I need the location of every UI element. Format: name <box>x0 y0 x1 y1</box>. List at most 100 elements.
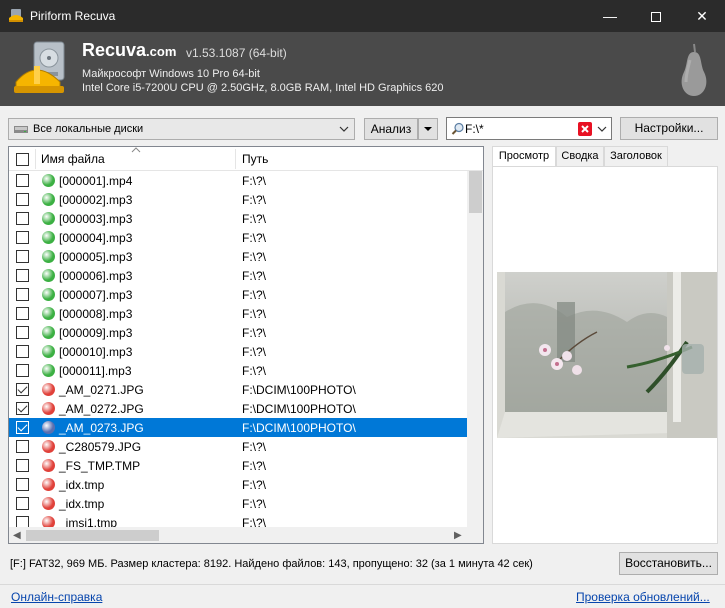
recover-button[interactable]: Восстановить... <box>619 552 718 575</box>
recovery-state-icon <box>42 402 55 415</box>
check-updates-link[interactable]: Проверка обновлений... <box>576 590 710 604</box>
row-checkbox[interactable] <box>16 174 29 187</box>
recovery-state-icon <box>42 421 55 434</box>
row-checkbox[interactable] <box>16 440 29 453</box>
table-row[interactable]: _AM_0271.JPG F:\DCIM\100PHOTO\ <box>9 380 467 399</box>
table-row[interactable]: [000008].mp3 F:\?\ <box>9 304 467 323</box>
row-checkbox[interactable] <box>16 478 29 491</box>
tab-preview[interactable]: Просмотр <box>492 146 556 167</box>
row-checkbox[interactable] <box>16 421 29 434</box>
row-checkbox[interactable] <box>16 212 29 225</box>
recovery-state-icon <box>42 269 55 282</box>
clear-filter-icon[interactable] <box>577 121 593 137</box>
table-row[interactable]: [000001].mp4 F:\?\ <box>9 171 467 190</box>
chevron-down-icon[interactable] <box>596 122 608 136</box>
table-row[interactable]: [000003].mp3 F:\?\ <box>9 209 467 228</box>
row-path: F:\?\ <box>242 250 267 264</box>
row-path: F:\?\ <box>242 307 267 321</box>
brand-suffix: .com <box>146 44 177 59</box>
drive-select[interactable]: Все локальные диски <box>8 118 355 140</box>
recuva-app-icon <box>9 9 23 22</box>
table-row[interactable]: _C280579.JPG F:\?\ <box>9 437 467 456</box>
row-path: F:\?\ <box>242 440 267 454</box>
window-title: Piriform Recuva <box>30 9 116 23</box>
table-row[interactable]: [000005].mp3 F:\?\ <box>9 247 467 266</box>
search-icon <box>451 122 464 135</box>
hardware-info: Intel Core i5-7200U CPU @ 2.50GHz, 8.0GB… <box>82 82 444 94</box>
maximize-icon <box>651 12 661 23</box>
row-checkbox[interactable] <box>16 364 29 377</box>
recovery-state-icon <box>42 440 55 453</box>
scroll-left-icon[interactable]: ◀ <box>13 530 21 541</box>
recovery-state-icon <box>42 459 55 472</box>
row-checkbox[interactable] <box>16 497 29 510</box>
row-filename: _idx.tmp <box>59 478 105 492</box>
table-row[interactable]: _idx.tmp F:\?\ <box>9 494 467 513</box>
recovery-state-icon <box>42 497 55 510</box>
scan-button[interactable]: Анализ <box>364 118 418 140</box>
horizontal-scroll-thumb[interactable] <box>26 530 159 541</box>
row-path: F:\?\ <box>242 459 267 473</box>
row-filename: [000009].mp3 <box>59 326 133 340</box>
tab-header[interactable]: Заголовок <box>604 146 668 166</box>
row-path: F:\?\ <box>242 288 267 302</box>
row-checkbox[interactable] <box>16 288 29 301</box>
row-checkbox[interactable] <box>16 231 29 244</box>
row-filename: _FS_TMP.TMP <box>59 459 141 473</box>
row-path: F:\?\ <box>242 364 267 378</box>
table-row[interactable]: [000002].mp3 F:\?\ <box>9 190 467 209</box>
row-filename: [000007].mp3 <box>59 288 133 302</box>
table-row[interactable]: _AM_0273.JPG F:\DCIM\100PHOTO\ <box>9 418 467 437</box>
recovery-state-icon <box>42 174 55 187</box>
caret-down-icon <box>424 127 432 131</box>
table-row[interactable]: _AM_0272.JPG F:\DCIM\100PHOTO\ <box>9 399 467 418</box>
tab-summary[interactable]: Сводка <box>556 146 604 166</box>
table-row[interactable]: [000010].mp3 F:\?\ <box>9 342 467 361</box>
table-row[interactable]: [000007].mp3 F:\?\ <box>9 285 467 304</box>
horizontal-scrollbar[interactable]: ◀ ▶ <box>9 527 467 543</box>
row-checkbox[interactable] <box>16 402 29 415</box>
column-header-path[interactable]: Путь <box>242 147 462 171</box>
row-checkbox[interactable] <box>16 345 29 358</box>
row-checkbox[interactable] <box>16 459 29 472</box>
row-checkbox[interactable] <box>16 269 29 282</box>
row-checkbox[interactable] <box>16 383 29 396</box>
maximize-button[interactable] <box>633 0 679 32</box>
close-button[interactable]: ✕ <box>679 0 725 32</box>
row-filename: [000010].mp3 <box>59 345 133 359</box>
row-checkbox[interactable] <box>16 193 29 206</box>
row-filename: [000006].mp3 <box>59 269 133 283</box>
table-row[interactable]: [000011].mp3 F:\?\ <box>9 361 467 380</box>
row-path: F:\?\ <box>242 497 267 511</box>
table-row[interactable]: [000004].mp3 F:\?\ <box>9 228 467 247</box>
row-checkbox[interactable] <box>16 307 29 320</box>
select-all-checkbox[interactable] <box>16 153 29 166</box>
filename-filter[interactable] <box>446 117 612 140</box>
scroll-right-icon[interactable]: ▶ <box>454 530 462 541</box>
row-checkbox[interactable] <box>16 326 29 339</box>
online-help-link[interactable]: Онлайн-справка <box>11 590 102 604</box>
row-filename: [000002].mp3 <box>59 193 133 207</box>
row-path: F:\DCIM\100PHOTO\ <box>242 402 356 416</box>
filter-input[interactable] <box>465 120 575 137</box>
recovery-state-icon <box>42 193 55 206</box>
recovery-state-icon <box>42 326 55 339</box>
row-path: F:\?\ <box>242 174 267 188</box>
table-row[interactable]: [000009].mp3 F:\?\ <box>9 323 467 342</box>
close-icon: ✕ <box>696 8 708 24</box>
row-path: F:\?\ <box>242 231 267 245</box>
minimize-button[interactable]: — <box>587 0 633 32</box>
table-row[interactable]: _FS_TMP.TMP F:\?\ <box>9 456 467 475</box>
version-label: v1.53.1087 (64-bit) <box>186 46 287 60</box>
vertical-scroll-thumb[interactable] <box>469 171 482 213</box>
row-checkbox[interactable] <box>16 250 29 263</box>
options-button[interactable]: Настройки... <box>620 117 718 140</box>
table-row[interactable]: [000006].mp3 F:\?\ <box>9 266 467 285</box>
row-filename: [000005].mp3 <box>59 250 133 264</box>
table-row[interactable]: _idx.tmp F:\?\ <box>9 475 467 494</box>
scan-dropdown-button[interactable] <box>418 118 438 140</box>
main-panel: Все локальные диски Анализ Настройки... <box>0 106 725 608</box>
row-filename: _AM_0271.JPG <box>59 383 144 397</box>
row-filename: _idx.tmp <box>59 497 105 511</box>
vertical-scrollbar[interactable] <box>467 171 483 527</box>
